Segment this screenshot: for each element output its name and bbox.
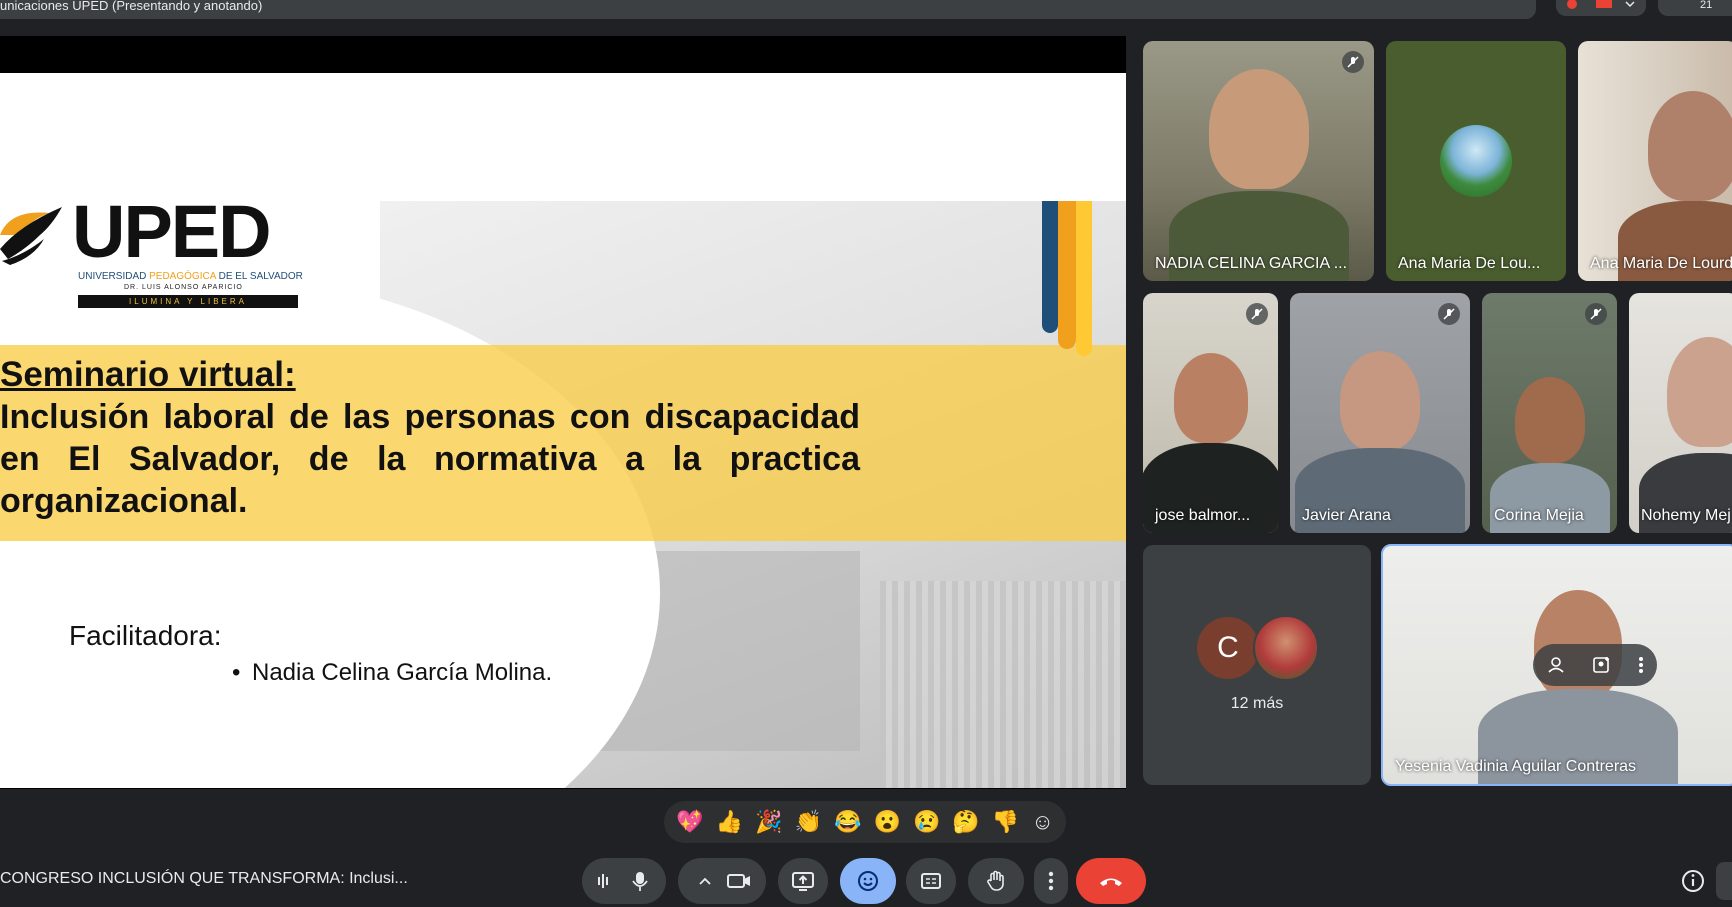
slide-color-stripes [1042, 201, 1098, 356]
participant-tile[interactable]: Javier Arana [1290, 293, 1470, 533]
logo-name: UPED [72, 190, 272, 273]
presentation-stage: UPED UNIVERSIDAD PEDAGÓGICA DE EL SALVAD… [0, 36, 1126, 789]
leave-call-button[interactable] [1076, 858, 1146, 904]
logo-motto: ILUMINA Y LIBERA [78, 295, 298, 308]
participant-video [1173, 353, 1248, 443]
reaction-heart[interactable]: 💖 [676, 809, 703, 835]
chevron-down-icon [1625, 1, 1635, 8]
more-options-icon[interactable] [1638, 655, 1644, 675]
more-vert-icon [1048, 871, 1054, 891]
participant-video [1208, 69, 1309, 189]
seminar-heading: Seminario virtual: [0, 355, 296, 394]
more-options-button[interactable] [1034, 858, 1068, 904]
reactions-button[interactable] [840, 858, 896, 904]
reaction-laugh[interactable]: 😂 [834, 809, 861, 835]
camera-control-group [678, 858, 766, 904]
camera-icon [727, 874, 750, 888]
reaction-party[interactable]: 🎉 [755, 809, 782, 835]
tile-hover-controls [1533, 644, 1657, 686]
screen-share-icon [1596, 0, 1612, 8]
side-panel-button[interactable] [1716, 862, 1732, 900]
meeting-title-bar: unicaciones UPED (Presentando y anotando… [0, 0, 1536, 19]
meeting-name: CONGRESO INCLUSIÓN QUE TRANSFORMA: Inclu… [0, 870, 408, 887]
pin-icon[interactable] [1546, 655, 1566, 675]
participant-name: Yesenia Vadinia Aguilar Contreras [1395, 758, 1637, 775]
audio-level-icon [598, 874, 608, 888]
chevron-up-icon [699, 877, 711, 885]
uped-logo-swoosh-icon [0, 207, 62, 265]
participant-video [1514, 377, 1585, 463]
mic-off-icon [1342, 51, 1364, 73]
participant-name: Javier Arana [1302, 507, 1391, 524]
avatar [1253, 615, 1319, 681]
reaction-sad[interactable]: 😢 [913, 809, 940, 835]
participant-name: NADIA CELINA GARCIA ... [1155, 255, 1348, 272]
captions-button[interactable] [906, 858, 956, 904]
participant-name: Ana Maria De Lou... [1398, 255, 1541, 272]
reactions-bar: 💖 👍 🎉 👏 😂 😮 😢 🤔 👎 ☺ [664, 801, 1066, 843]
participant-video [1648, 91, 1732, 201]
top-bar: unicaciones UPED (Presentando y anotando… [0, 0, 1732, 22]
recording-indicators[interactable] [1556, 0, 1646, 16]
avatar-initial: C [1217, 631, 1239, 664]
participant-tile[interactable]: Nohemy Mej [1629, 293, 1732, 533]
participant-tile[interactable]: Ana Maria De Lou... [1386, 41, 1566, 281]
mic-off-icon [1438, 303, 1460, 325]
info-icon [1682, 870, 1704, 892]
hand-icon [987, 870, 1004, 891]
more-participants-tile[interactable]: C 12 más [1143, 545, 1371, 785]
meeting-title: unicaciones UPED (Presentando y anotando… [0, 0, 263, 13]
participant-name: Corina Mejia [1494, 507, 1584, 524]
mic-off-icon [1246, 303, 1268, 325]
record-icon [1567, 0, 1577, 9]
raise-hand-button[interactable] [968, 858, 1024, 904]
logo-founder: DR. LUIS ALONSO APARICIO [124, 284, 243, 291]
avatar: C [1197, 617, 1259, 679]
reaction-thinking[interactable]: 🤔 [952, 809, 979, 835]
reaction-surprised[interactable]: 😮 [873, 809, 900, 835]
participant-tile[interactable]: jose balmor... [1143, 293, 1278, 533]
participant-count: 21 [1700, 0, 1713, 11]
reaction-clap[interactable]: 👏 [794, 809, 821, 835]
participant-video [1667, 337, 1732, 447]
mic-control-group [582, 858, 666, 904]
participant-count-button[interactable]: 21 [1658, 0, 1732, 16]
add-reaction-icon[interactable]: ☺ [1031, 809, 1053, 835]
more-participants-label: 12 más [1230, 695, 1284, 712]
presentation-slide: UPED UNIVERSIDAD PEDAGÓGICA DE EL SALVAD… [0, 73, 1126, 788]
participant-video [1340, 351, 1420, 451]
reaction-thumbs-down[interactable]: 👎 [992, 809, 1019, 835]
facilitator-label: Facilitadora: [69, 620, 222, 651]
emoji-icon [858, 871, 878, 891]
microphone-icon [632, 872, 648, 891]
participant-name: Ana Maria De Lourdes [1590, 255, 1732, 272]
frame-person-icon[interactable] [1592, 655, 1612, 675]
participant-tile[interactable]: Ana Maria De Lourdes [1578, 41, 1732, 281]
reaction-thumbs-up[interactable]: 👍 [716, 809, 743, 835]
logo-university: UNIVERSIDAD PEDAGÓGICA DE EL SALVADOR [78, 271, 303, 282]
participant-tile[interactable]: Yesenia Vadinia Aguilar Contreras [1381, 544, 1732, 786]
captions-icon [921, 873, 941, 889]
avatar [1440, 125, 1512, 197]
mic-off-icon [1585, 303, 1607, 325]
participant-name: jose balmor... [1155, 507, 1251, 524]
participant-tile[interactable]: NADIA CELINA GARCIA ... [1143, 41, 1374, 281]
meeting-info-button[interactable] [1680, 868, 1706, 894]
participant-tile[interactable]: Corina Mejia [1482, 293, 1617, 533]
seminar-title: Inclusión laboral de las personas con di… [0, 398, 860, 520]
present-screen-icon [792, 872, 814, 891]
uped-logo: UPED UNIVERSIDAD PEDAGÓGICA DE EL SALVAD… [0, 191, 310, 313]
participant-name: Nohemy Mej [1641, 507, 1731, 524]
facilitator-name: Nadia Celina García Molina. [232, 659, 552, 687]
present-screen-button[interactable] [778, 858, 828, 904]
hang-up-icon [1100, 878, 1122, 886]
